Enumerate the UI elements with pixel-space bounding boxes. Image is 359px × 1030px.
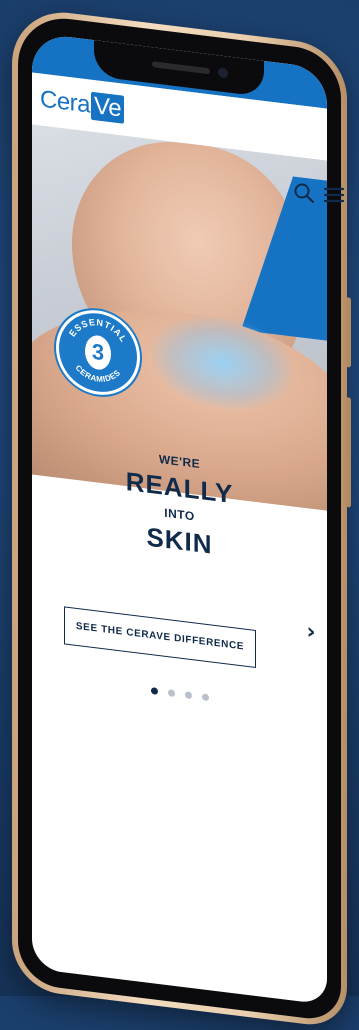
front-camera (218, 67, 228, 79)
search-icon[interactable] (293, 182, 315, 204)
carousel-dots (32, 672, 327, 715)
hero-image: ESSENTIAL CERAMIDES 3 (32, 124, 327, 514)
phone-screen: Cera Ve ESSENTIAL CERAMIDES 3 WE'RE REAL… (32, 32, 327, 1005)
phone-frame: Cera Ve ESSENTIAL CERAMIDES 3 WE'RE REAL… (12, 6, 351, 1030)
carousel-dot-1[interactable] (150, 687, 158, 695)
carousel-dot-4[interactable] (201, 693, 209, 702)
hero-ceramide-glow (152, 309, 292, 417)
essential-ceramides-badge: ESSENTIAL CERAMIDES 3 (56, 305, 140, 400)
menu-icon[interactable] (323, 186, 345, 204)
side-button-lower (346, 397, 351, 508)
cerave-logo[interactable]: Cera Ve (40, 83, 125, 125)
see-difference-button[interactable]: SEE THE CERAVE DIFFERENCE (64, 606, 256, 668)
speaker-grille (152, 61, 210, 75)
logo-text-box: Ve (91, 91, 125, 124)
side-button (346, 297, 351, 368)
carousel-next-icon[interactable]: › (301, 619, 321, 645)
phone-bezel: Cera Ve ESSENTIAL CERAMIDES 3 WE'RE REAL… (18, 12, 341, 1023)
carousel-dot-3[interactable] (184, 691, 192, 700)
logo-text-main: Cera (40, 85, 91, 119)
carousel-dot-2[interactable] (167, 689, 175, 697)
